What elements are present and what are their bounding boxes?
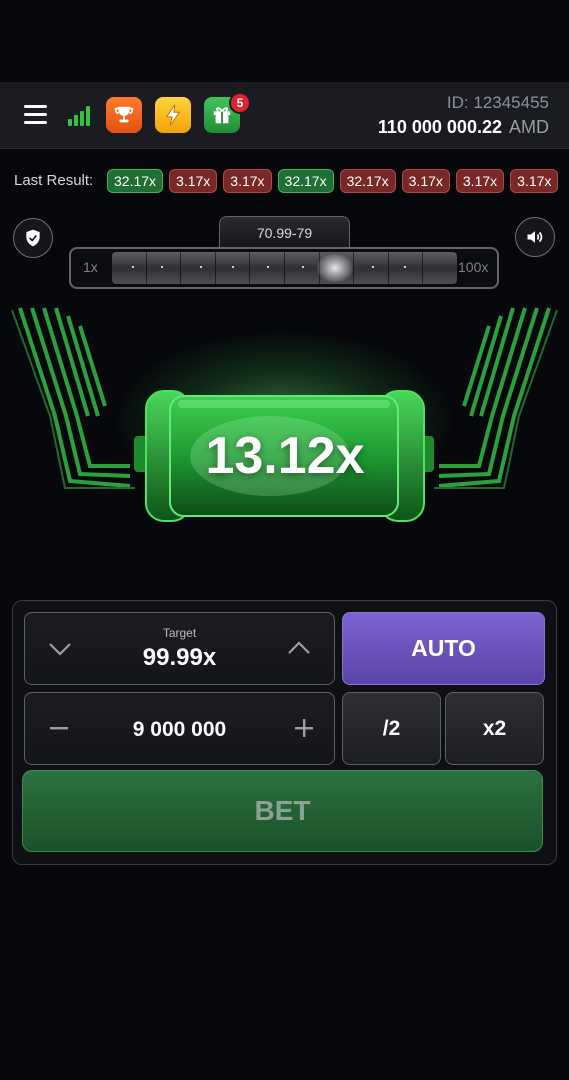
lightning-button[interactable]	[155, 97, 191, 133]
balance-currency: AMD	[509, 117, 549, 137]
double-bet-button[interactable]: x2	[445, 692, 544, 765]
last-result-chip[interactable]: 3.17x	[223, 169, 272, 193]
target-decrease-button[interactable]	[44, 635, 76, 663]
balance: 110 000 000.22 AMD	[378, 117, 549, 138]
last-result-chip[interactable]: 3.17x	[455, 169, 505, 193]
range-label: 70.99-79	[219, 216, 350, 248]
chevron-up-icon	[288, 641, 310, 654]
trophy-icon	[114, 106, 134, 123]
last-result-chip[interactable]: 3.17x	[169, 169, 218, 193]
gift-notification-badge: 5	[229, 92, 251, 114]
menu-icon[interactable]	[24, 105, 48, 125]
sound-toggle-button[interactable]	[515, 217, 555, 257]
shield-icon	[26, 229, 40, 247]
range-marker	[317, 254, 353, 282]
auto-button[interactable]: AUTO	[342, 612, 545, 685]
range-track	[112, 252, 457, 284]
chevron-down-icon	[49, 643, 71, 656]
battery-illustration	[11, 307, 558, 522]
minus-icon	[50, 727, 68, 730]
lightning-icon	[165, 104, 181, 126]
last-results-list[interactable]: 32.17x 3.17x 3.17x 32.17x 32.17x 3.17x 3.17x 3.…	[107, 169, 569, 195]
last-result-chip[interactable]: 32.17x	[339, 169, 396, 193]
top-bar: ID: 12345455 110 000 000.22 AMD	[0, 82, 569, 149]
user-id: ID: 12345455	[446, 93, 549, 112]
trophy-button[interactable]	[106, 97, 142, 133]
amount-increase-button[interactable]	[289, 714, 319, 742]
range-min-label: 1x	[83, 259, 98, 275]
bet-button[interactable]: BET	[22, 770, 543, 852]
last-result-chip[interactable]: 3.17x	[401, 169, 450, 193]
halve-bet-button[interactable]: /2	[342, 692, 441, 765]
range-max-label: 100x	[458, 259, 489, 275]
provably-fair-button[interactable]	[13, 218, 53, 258]
last-results-label: Last Result:	[14, 172, 94, 189]
last-result-chip[interactable]: 32.17x	[277, 169, 334, 193]
plus-icon	[295, 719, 313, 737]
current-multiplier: 13.12x	[205, 427, 365, 485]
speaker-icon	[527, 231, 543, 243]
amount-decrease-button[interactable]	[44, 715, 74, 741]
last-result-chip[interactable]: 3.17x	[510, 169, 559, 193]
last-result-chip[interactable]: 32.17x	[107, 169, 164, 193]
target-increase-button[interactable]	[283, 634, 315, 662]
balance-amount: 110 000 000.22	[377, 117, 502, 137]
signal-icon	[68, 106, 90, 126]
